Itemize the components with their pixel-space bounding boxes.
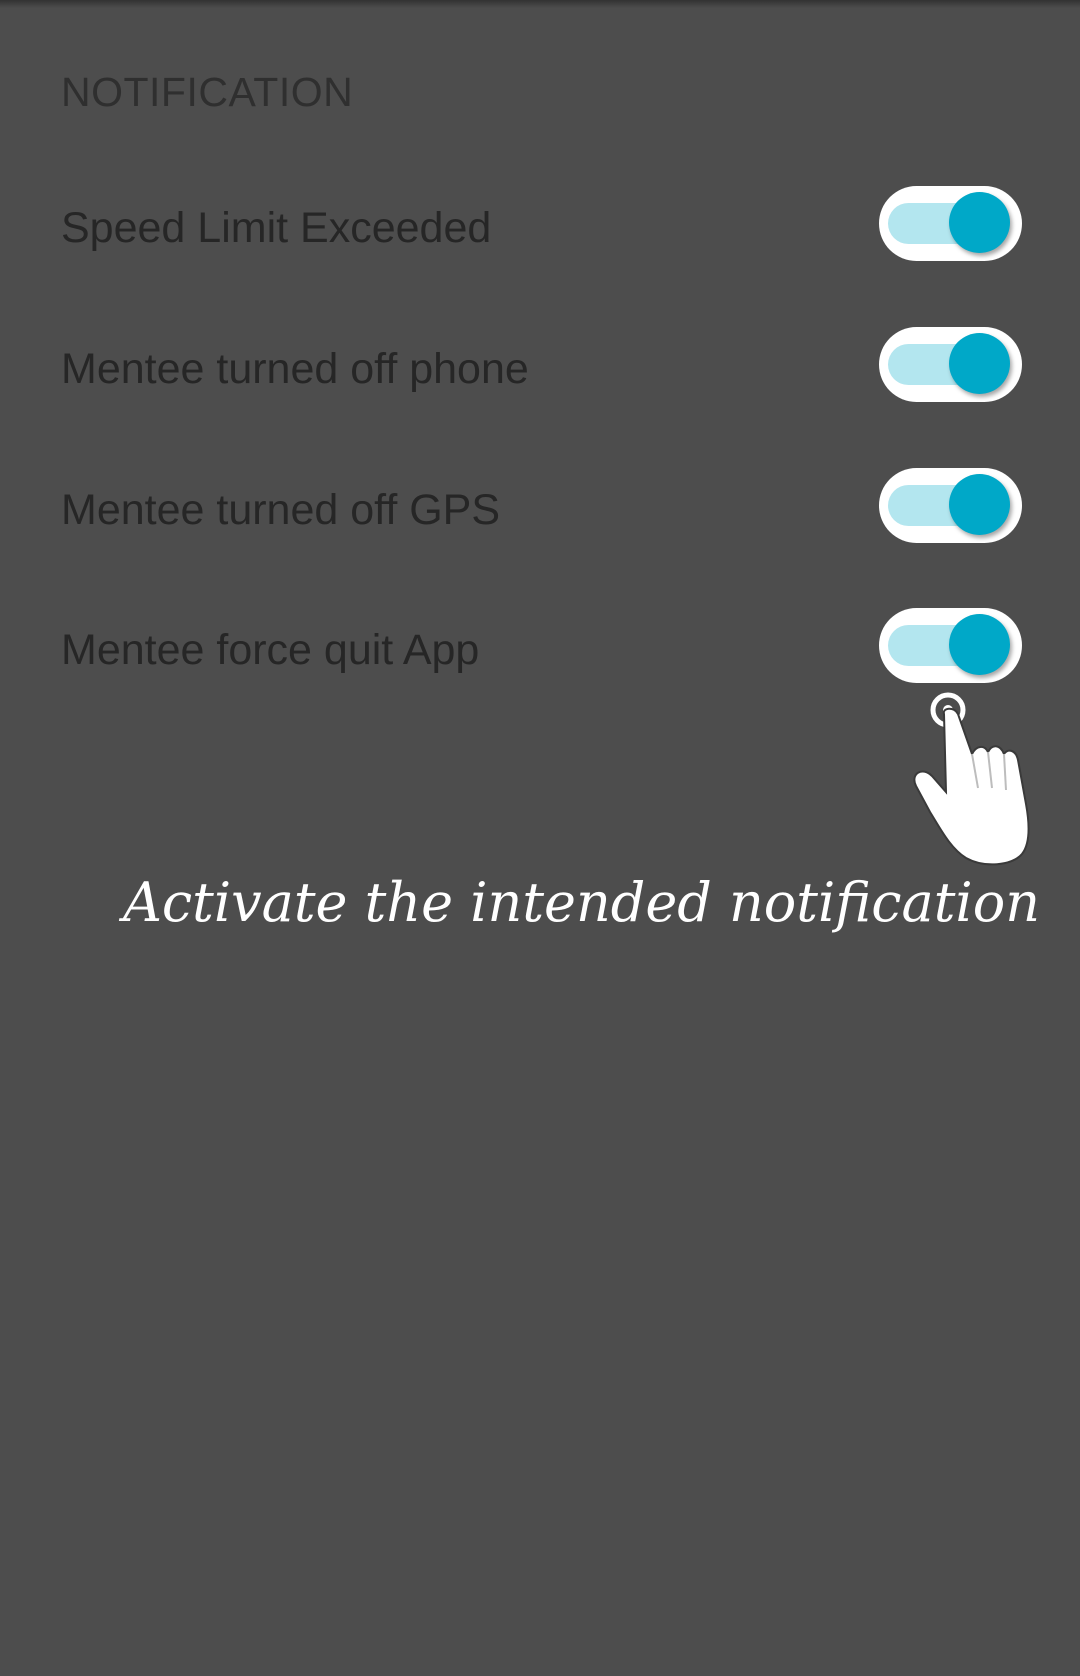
phone-off-toggle[interactable] (879, 327, 1022, 402)
hint-text: Activate the intended notification (122, 871, 1040, 934)
setting-label: Mentee turned off GPS (61, 486, 501, 534)
top-shadow (0, 0, 1080, 8)
force-quit-toggle[interactable] (879, 608, 1022, 683)
switch-thumb (949, 333, 1010, 394)
setting-row-phone-off[interactable]: Mentee turned off phone (0, 327, 1080, 437)
setting-row-speed-limit[interactable]: Speed Limit Exceeded (0, 186, 1080, 296)
setting-label: Speed Limit Exceeded (61, 204, 492, 252)
setting-row-gps-off[interactable]: Mentee turned off GPS (0, 468, 1080, 578)
speed-limit-toggle[interactable] (879, 186, 1022, 261)
switch-thumb (949, 192, 1010, 253)
gps-off-toggle[interactable] (879, 468, 1022, 543)
setting-label: Mentee turned off phone (61, 345, 529, 393)
setting-label: Mentee force quit App (61, 626, 480, 674)
tap-hand-icon (913, 692, 1030, 866)
switch-thumb (949, 614, 1010, 675)
section-header-notification: NOTIFICATION (61, 69, 354, 115)
switch-thumb (949, 474, 1010, 535)
